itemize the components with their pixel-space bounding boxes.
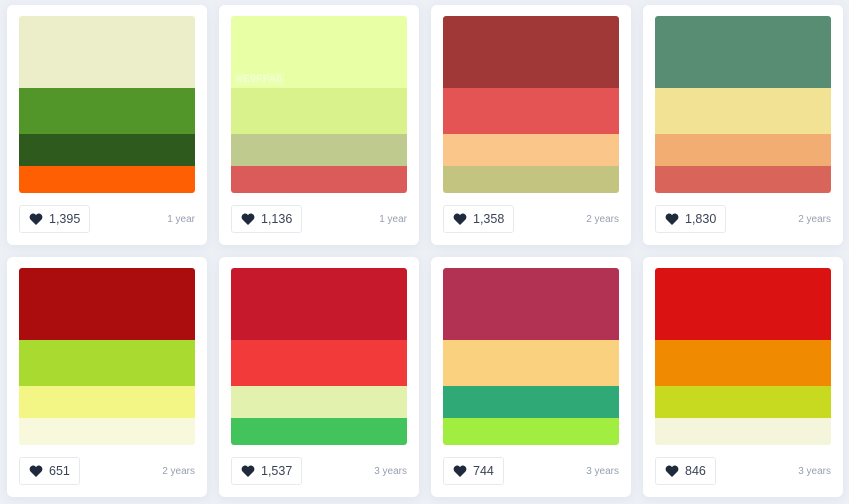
color-swatch[interactable] (443, 166, 619, 193)
heart-icon (241, 465, 255, 477)
palette-swatches[interactable] (443, 16, 619, 193)
color-swatch[interactable] (443, 16, 619, 88)
like-count: 1,395 (49, 212, 81, 226)
color-swatch[interactable] (19, 166, 195, 193)
heart-icon (665, 465, 679, 477)
heart-icon (241, 213, 255, 225)
like-button[interactable]: 1,136 (231, 205, 303, 233)
color-swatch[interactable] (443, 88, 619, 134)
like-count: 1,136 (261, 212, 293, 226)
like-count: 1,830 (685, 212, 717, 226)
color-swatch[interactable] (231, 340, 407, 386)
like-button[interactable]: 1,358 (443, 205, 515, 233)
palette-age: 3 years (374, 465, 407, 477)
color-swatch[interactable]: #E9FFA6 (231, 16, 407, 88)
card-footer: 1,358 2 years (443, 205, 619, 233)
color-swatch[interactable] (655, 134, 831, 166)
like-button[interactable]: 1,395 (19, 205, 91, 233)
card-footer: 1,136 1 year (231, 205, 407, 233)
color-swatch[interactable] (231, 166, 407, 193)
color-swatch[interactable] (655, 166, 831, 193)
card-footer: 846 3 years (655, 457, 831, 485)
palette-card-8: 846 3 years (643, 257, 843, 497)
palette-age: 2 years (162, 465, 195, 477)
color-swatch[interactable] (231, 134, 407, 166)
palette-age: 2 years (586, 213, 619, 225)
like-button[interactable]: 651 (19, 457, 80, 485)
palette-age: 3 years (586, 465, 619, 477)
color-swatch[interactable] (655, 340, 831, 386)
like-count: 744 (473, 464, 494, 478)
color-swatch[interactable] (443, 134, 619, 166)
palette-age: 1 year (379, 213, 407, 225)
palette-age: 3 years (798, 465, 831, 477)
like-count: 651 (49, 464, 70, 478)
heart-icon (29, 213, 43, 225)
palette-card-7: 744 3 years (431, 257, 631, 497)
palette-card-1: 1,395 1 year (7, 5, 207, 245)
palette-card-4: 1,830 2 years (643, 5, 843, 245)
card-footer: 1,395 1 year (19, 205, 195, 233)
color-swatch[interactable] (655, 268, 831, 340)
like-count: 1,537 (261, 464, 293, 478)
palette-card-2: #E9FFA6 1,136 1 year (219, 5, 419, 245)
color-swatch[interactable] (231, 268, 407, 340)
color-swatch[interactable] (19, 418, 195, 445)
heart-icon (665, 213, 679, 225)
color-swatch[interactable] (443, 268, 619, 340)
palette-swatches[interactable] (19, 16, 195, 193)
color-swatch[interactable] (19, 340, 195, 386)
palette-age: 2 years (798, 213, 831, 225)
palette-swatches[interactable] (443, 268, 619, 445)
hex-code-label[interactable]: #E9FFA6 (234, 73, 286, 86)
color-swatch[interactable] (443, 340, 619, 386)
color-swatch[interactable] (231, 418, 407, 445)
color-swatch[interactable] (443, 386, 619, 418)
like-count: 846 (685, 464, 706, 478)
like-button[interactable]: 1,830 (655, 205, 727, 233)
palette-card-3: 1,358 2 years (431, 5, 631, 245)
color-swatch[interactable] (655, 16, 831, 88)
heart-icon (453, 465, 467, 477)
card-footer: 1,537 3 years (231, 457, 407, 485)
color-swatch[interactable] (19, 386, 195, 418)
palette-card-6: 1,537 3 years (219, 257, 419, 497)
color-swatch[interactable] (19, 88, 195, 134)
palette-swatches[interactable] (655, 268, 831, 445)
color-swatch[interactable] (19, 16, 195, 88)
card-footer: 744 3 years (443, 457, 619, 485)
palette-age: 1 year (167, 213, 195, 225)
heart-icon (453, 213, 467, 225)
palette-swatches[interactable] (655, 16, 831, 193)
palette-grid: 1,395 1 year #E9FFA6 1,136 1 year 1,358 … (7, 5, 843, 497)
card-footer: 651 2 years (19, 457, 195, 485)
heart-icon (29, 465, 43, 477)
color-swatch[interactable] (19, 134, 195, 166)
color-swatch[interactable] (655, 386, 831, 418)
palette-swatches[interactable] (231, 268, 407, 445)
color-swatch[interactable] (655, 418, 831, 445)
palette-card-5: 651 2 years (7, 257, 207, 497)
color-swatch[interactable] (443, 418, 619, 445)
palette-swatches[interactable] (19, 268, 195, 445)
like-count: 1,358 (473, 212, 505, 226)
color-swatch[interactable] (231, 88, 407, 134)
color-swatch[interactable] (655, 88, 831, 134)
like-button[interactable]: 846 (655, 457, 716, 485)
color-swatch[interactable] (19, 268, 195, 340)
like-button[interactable]: 744 (443, 457, 504, 485)
card-footer: 1,830 2 years (655, 205, 831, 233)
palette-swatches[interactable]: #E9FFA6 (231, 16, 407, 193)
color-swatch[interactable] (231, 386, 407, 418)
like-button[interactable]: 1,537 (231, 457, 303, 485)
